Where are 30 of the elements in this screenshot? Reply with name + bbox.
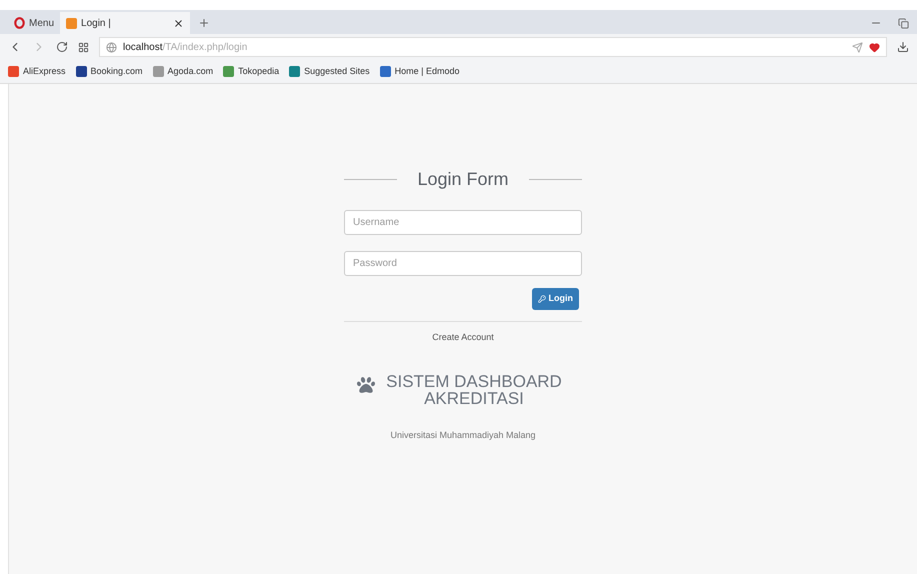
heart-icon[interactable] (869, 42, 880, 52)
brand-title: SISTEM DASHBOARD AKREDITASI (385, 372, 563, 406)
paw-icon (357, 376, 375, 394)
bookmark[interactable]: AliExpress (8, 64, 66, 78)
bookmark[interactable]: Agoda.com (152, 64, 214, 78)
bookmark[interactable]: Booking.com (76, 64, 143, 78)
username-field[interactable]: Username (344, 210, 582, 235)
favicon-icon (66, 18, 78, 28)
globe-icon (106, 42, 117, 52)
bookmark[interactable]: Tokopedia (223, 64, 280, 78)
speed-dial-icon[interactable] (78, 42, 89, 52)
university-name: Universitasi Muhammadiyah Malang (390, 428, 536, 442)
password-field[interactable]: Password (344, 251, 582, 276)
menu-label: Menu (29, 16, 54, 30)
create-account-link[interactable]: Create Account (432, 331, 494, 344)
opera-menu[interactable]: Menu (8, 12, 60, 34)
key-icon (538, 295, 546, 303)
restore-icon[interactable] (898, 18, 909, 28)
new-tab-icon[interactable] (198, 17, 210, 29)
download-icon[interactable] (897, 41, 909, 53)
close-icon[interactable] (173, 18, 184, 28)
opera-logo-icon (14, 17, 25, 29)
bookmark[interactable]: Home | Edmodo (380, 64, 460, 78)
address-bar[interactable]: localhost/TA/index.php/login (99, 37, 887, 57)
url-host: localhost/TA/index.php/login (123, 40, 248, 54)
bookmark[interactable]: Suggested Sites (289, 64, 370, 78)
browser-tab[interactable]: Login | (60, 12, 190, 34)
reload-icon[interactable] (56, 41, 68, 53)
form-title: Login Form (417, 168, 509, 191)
login-button[interactable]: Login (532, 288, 579, 310)
